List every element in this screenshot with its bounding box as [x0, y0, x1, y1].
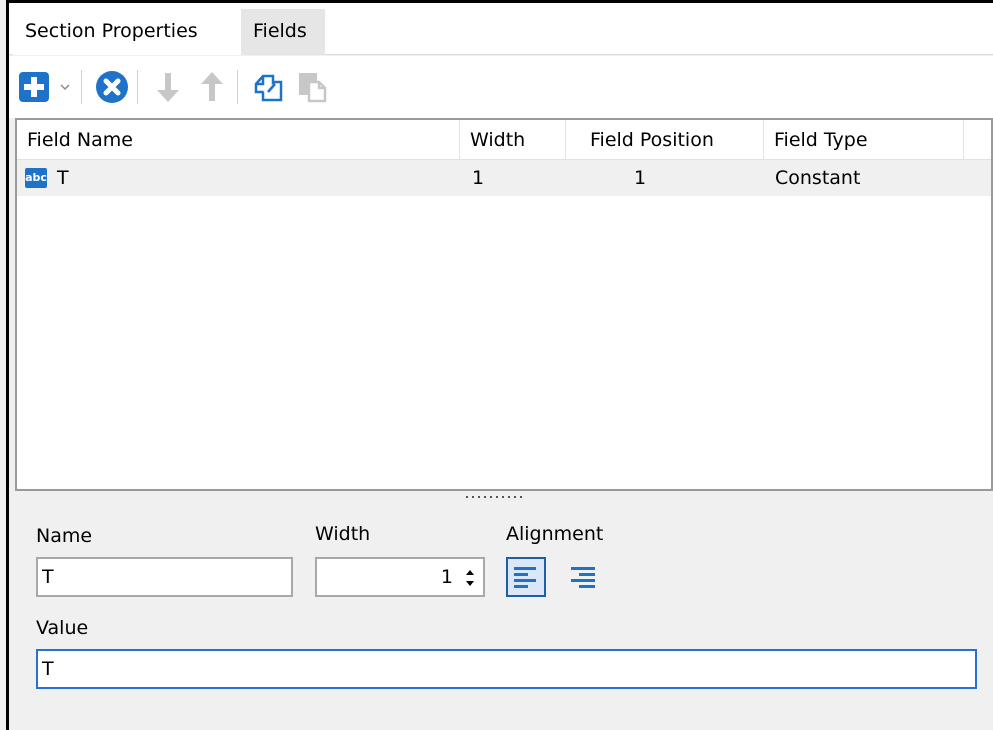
- fields-grid[interactable]: Field Name Width Field Position Field Ty…: [15, 118, 993, 491]
- move-down-icon: [157, 73, 179, 102]
- align-left-button[interactable]: [506, 557, 546, 597]
- toolbar-separator: [81, 70, 82, 104]
- add-field-button[interactable]: [15, 68, 53, 106]
- move-up-icon: [201, 72, 223, 101]
- column-header-field-type[interactable]: Field Type: [764, 120, 964, 160]
- alignment-label: Alignment: [506, 523, 604, 545]
- value-label: Value: [36, 617, 89, 639]
- move-up-button[interactable]: [193, 68, 231, 106]
- width-stepper-value: 1: [440, 566, 453, 588]
- add-dropdown-caret[interactable]: [55, 74, 75, 100]
- grid-header: Field Name Width Field Position Field Ty…: [17, 120, 991, 160]
- value-field[interactable]: T: [36, 649, 977, 689]
- align-left-icon: [514, 567, 536, 588]
- spinner-arrows-icon[interactable]: [463, 563, 477, 593]
- align-right-icon: [571, 567, 595, 588]
- cell-field-position: 1: [634, 167, 647, 189]
- table-row[interactable]: abc T 1 1 Constant: [17, 160, 991, 196]
- grip-dots-icon: [466, 496, 522, 498]
- fields-panel: Section Properties Fields Field Name Wid…: [6, 0, 993, 730]
- delete-field-button[interactable]: [93, 68, 131, 106]
- column-header-width[interactable]: Width: [460, 120, 566, 160]
- toolbar-separator: [237, 70, 238, 104]
- cell-field-name: T: [57, 167, 69, 189]
- align-right-button[interactable]: [563, 557, 603, 597]
- tab-section-properties[interactable]: Section Properties: [13, 9, 241, 55]
- delete-icon: [96, 71, 128, 103]
- text-field-icon: abc: [25, 168, 47, 188]
- name-label: Name: [36, 525, 93, 547]
- name-field[interactable]: T: [36, 557, 293, 597]
- column-header-field-position[interactable]: Field Position: [566, 120, 764, 160]
- add-icon: [19, 72, 49, 102]
- width-stepper[interactable]: 1: [315, 557, 485, 597]
- cell-width: 1: [472, 167, 485, 189]
- splitter-grip[interactable]: [459, 491, 539, 505]
- tab-bar: Section Properties Fields: [9, 3, 993, 55]
- chevron-down-icon: [60, 84, 70, 91]
- copy-button[interactable]: [249, 68, 287, 106]
- copy-icon: [254, 74, 283, 102]
- paste-icon: [299, 73, 327, 103]
- paste-button[interactable]: [293, 68, 331, 106]
- toolbar: [9, 56, 993, 118]
- toolbar-separator: [137, 70, 138, 104]
- width-label: Width: [315, 523, 371, 545]
- move-down-button[interactable]: [149, 68, 187, 106]
- cell-field-type: Constant: [775, 167, 861, 189]
- tab-fields[interactable]: Fields: [241, 9, 325, 55]
- column-header-field-name[interactable]: Field Name: [17, 120, 460, 160]
